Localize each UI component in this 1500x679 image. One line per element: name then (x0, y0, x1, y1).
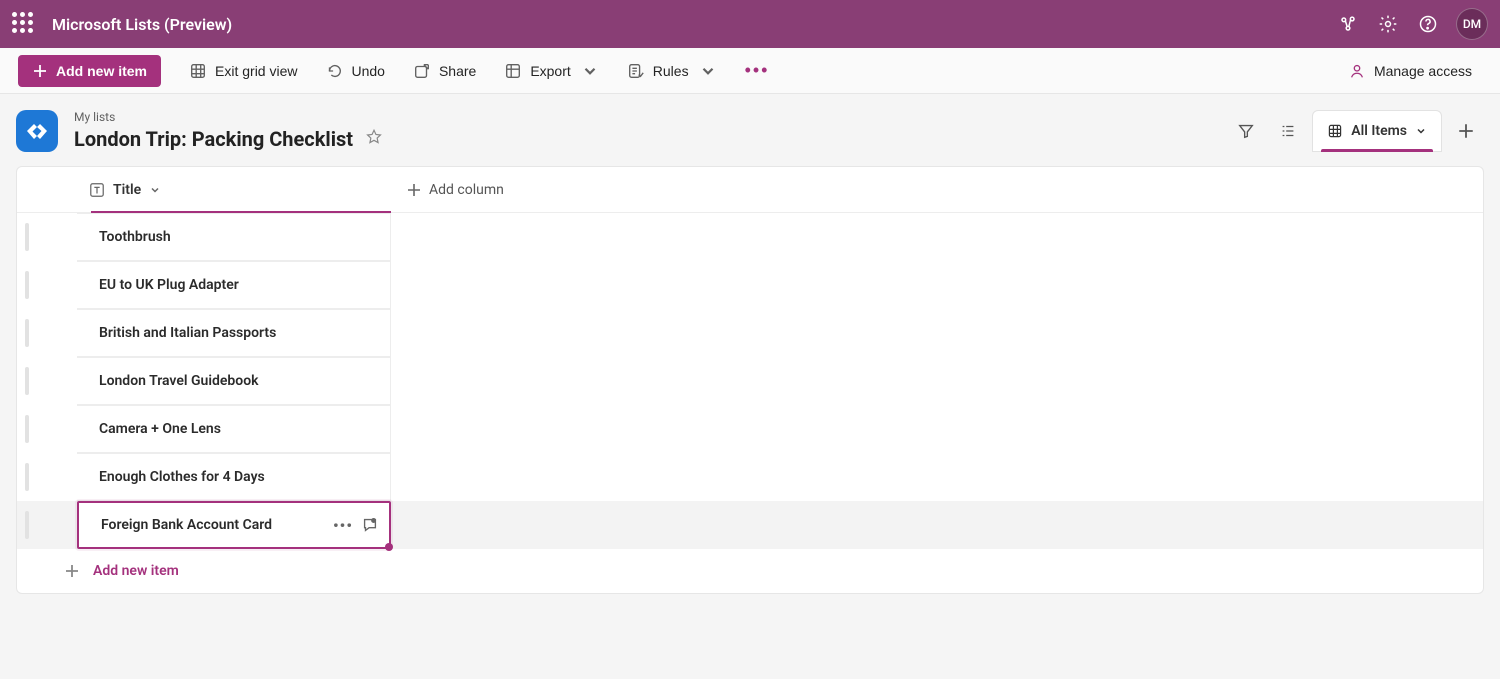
comment-icon[interactable] (361, 516, 379, 534)
cell-title[interactable]: Toothbrush (77, 213, 391, 261)
row-handle[interactable] (17, 357, 77, 405)
chevron-down-icon (1415, 125, 1427, 137)
row-handle[interactable] (17, 453, 77, 501)
share-header-icon[interactable] (1328, 4, 1368, 44)
app-launcher-icon[interactable] (12, 12, 36, 36)
share-button[interactable]: Share (403, 55, 486, 87)
grid-header-row: Title Add column (17, 167, 1483, 213)
exit-grid-button[interactable]: Exit grid view (179, 55, 307, 87)
cell-title-text: Foreign Bank Account Card (101, 517, 333, 533)
add-column-button[interactable]: Add column (391, 167, 520, 212)
view-label: All Items (1351, 123, 1407, 139)
add-view-button[interactable] (1448, 113, 1484, 149)
undo-label: Undo (351, 63, 384, 79)
favorite-star-icon[interactable] (363, 126, 385, 151)
app-title: Microsoft Lists (Preview) (52, 15, 232, 34)
list-header: My lists London Trip: Packing Checklist (16, 110, 1484, 152)
add-item-row-label: Add new item (93, 563, 179, 579)
row-handle[interactable] (17, 501, 77, 549)
command-bar: Add new item Exit grid view Undo Share E… (0, 48, 1500, 94)
cell-title-text: London Travel Guidebook (99, 373, 368, 389)
table-row[interactable]: British and Italian Passports (17, 309, 1483, 357)
list-grid: Title Add column Toothbrush EU to UK Plug… (16, 166, 1484, 594)
cell-title-text: EU to UK Plug Adapter (99, 277, 368, 293)
view-switcher[interactable]: All Items (1312, 110, 1442, 152)
add-item-label: Add new item (56, 63, 147, 79)
cell-title-text: Camera + One Lens (99, 421, 368, 437)
manage-access-label: Manage access (1374, 63, 1472, 79)
undo-button[interactable]: Undo (315, 55, 394, 87)
cell-title[interactable]: Foreign Bank Account Card••• (77, 501, 391, 549)
cell-title[interactable]: EU to UK Plug Adapter (77, 261, 391, 309)
row-handle[interactable] (17, 261, 77, 309)
table-row[interactable]: Camera + One Lens (17, 405, 1483, 453)
export-button[interactable]: Export (494, 55, 608, 87)
cell-title[interactable]: Camera + One Lens (77, 405, 391, 453)
row-handle[interactable] (17, 309, 77, 357)
gear-icon[interactable] (1368, 4, 1408, 44)
table-row[interactable]: Toothbrush (17, 213, 1483, 261)
cell-title[interactable]: Enough Clothes for 4 Days (77, 453, 391, 501)
rules-button[interactable]: Rules (617, 55, 727, 87)
exit-grid-label: Exit grid view (215, 63, 297, 79)
export-label: Export (530, 63, 570, 79)
cell-title-text: British and Italian Passports (99, 325, 368, 341)
table-row[interactable]: Foreign Bank Account Card••• (17, 501, 1483, 549)
cell-title[interactable]: British and Italian Passports (77, 309, 391, 357)
add-column-label: Add column (429, 182, 504, 198)
column-header-title[interactable]: Title (77, 167, 391, 212)
table-row[interactable]: London Travel Guidebook (17, 357, 1483, 405)
cell-title-text: Enough Clothes for 4 Days (99, 469, 368, 485)
chevron-down-icon (699, 62, 717, 80)
manage-access-button[interactable]: Manage access (1338, 55, 1482, 87)
resize-handle[interactable] (385, 543, 393, 551)
row-handle[interactable] (17, 213, 77, 261)
breadcrumb[interactable]: My lists (74, 110, 385, 124)
add-item-button[interactable]: Add new item (18, 55, 161, 87)
row-more-icon[interactable]: ••• (333, 516, 353, 535)
help-icon[interactable] (1408, 4, 1448, 44)
cell-title[interactable]: London Travel Guidebook (77, 357, 391, 405)
filter-icon[interactable] (1228, 113, 1264, 149)
add-item-row[interactable]: Add new item (17, 549, 1483, 593)
table-row[interactable]: EU to UK Plug Adapter (17, 261, 1483, 309)
list-icon (16, 110, 58, 152)
chevron-down-icon (149, 184, 161, 196)
column-title-label: Title (113, 182, 141, 198)
group-icon[interactable] (1270, 113, 1306, 149)
share-label: Share (439, 63, 476, 79)
more-commands-button[interactable]: ••• (735, 55, 780, 87)
list-title: London Trip: Packing Checklist (74, 127, 353, 151)
table-row[interactable]: Enough Clothes for 4 Days (17, 453, 1483, 501)
avatar[interactable]: DM (1456, 8, 1488, 40)
app-header: Microsoft Lists (Preview) DM (0, 0, 1500, 48)
row-handle[interactable] (17, 405, 77, 453)
chevron-down-icon (581, 62, 599, 80)
cell-title-text: Toothbrush (99, 229, 368, 245)
rules-label: Rules (653, 63, 689, 79)
